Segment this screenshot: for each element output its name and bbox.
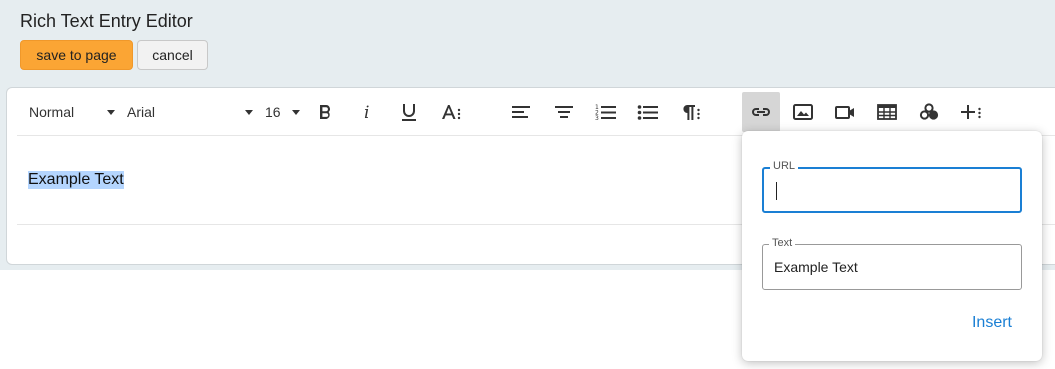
block-style-select[interactable]: Normal <box>29 102 74 122</box>
text-size-icon <box>442 105 461 120</box>
bulleted-list-button[interactable] <box>629 92 667 132</box>
align-center-icon <box>555 106 573 118</box>
image-icon <box>793 104 813 120</box>
more-insert-button[interactable] <box>952 92 990 132</box>
save-button[interactable]: save to page <box>20 40 133 70</box>
selected-text[interactable]: Example Text <box>28 171 124 189</box>
block-style-caret-icon[interactable] <box>107 110 115 115</box>
table-icon <box>877 104 897 120</box>
url-field-label: URL <box>770 160 799 172</box>
text-field[interactable]: Text <box>762 237 1022 290</box>
bulleted-list-icon <box>637 105 658 120</box>
numbered-list-icon: 1 2 3 <box>595 104 616 122</box>
font-size-value: 16 <box>265 104 281 120</box>
insert-button[interactable]: Insert <box>972 314 1012 332</box>
more-insert-icon <box>961 105 981 119</box>
insert-embed-button[interactable] <box>910 92 948 132</box>
svg-text:i: i <box>364 103 369 122</box>
font-family-select[interactable]: Arial <box>127 102 155 122</box>
cancel-button[interactable]: cancel <box>137 40 208 70</box>
align-left-button[interactable] <box>502 92 540 132</box>
insert-image-button[interactable] <box>784 92 822 132</box>
page-title: Rich Text Entry Editor <box>20 11 193 31</box>
editor-toolbar: Normal Arial 16 i 1 2 3 <box>17 88 1055 136</box>
link-icon <box>752 108 770 116</box>
font-family-caret-icon[interactable] <box>245 110 253 115</box>
link-button[interactable] <box>742 92 780 132</box>
text-cursor <box>776 182 777 200</box>
align-left-icon <box>512 106 530 118</box>
paragraph-icon <box>683 105 700 120</box>
bold-icon <box>320 105 330 119</box>
font-size-select[interactable]: 16 <box>265 102 281 122</box>
link-popover: URL Text Insert <box>742 131 1042 361</box>
italic-button[interactable]: i <box>348 92 386 132</box>
text-size-button[interactable] <box>432 92 470 132</box>
paragraph-button[interactable] <box>671 92 709 132</box>
bold-button[interactable] <box>306 92 344 132</box>
insert-table-button[interactable] <box>868 92 906 132</box>
italic-icon: i <box>364 103 369 122</box>
font-size-caret-icon[interactable] <box>292 110 300 115</box>
numbered-list-button[interactable]: 1 2 3 <box>587 92 625 132</box>
url-field[interactable]: URL <box>762 160 1022 213</box>
video-icon <box>835 106 854 119</box>
underline-icon <box>402 104 416 121</box>
font-family-value: Arial <box>127 104 156 120</box>
text-field-label: Text <box>769 237 796 249</box>
underline-button[interactable] <box>390 92 428 132</box>
align-center-button[interactable] <box>545 92 583 132</box>
text-input[interactable] <box>774 257 1004 277</box>
svg-text:3: 3 <box>595 115 599 122</box>
embed-icon <box>919 103 939 120</box>
url-input[interactable] <box>775 181 1005 201</box>
block-style-value: Normal <box>29 104 75 120</box>
insert-video-button[interactable] <box>826 92 864 132</box>
